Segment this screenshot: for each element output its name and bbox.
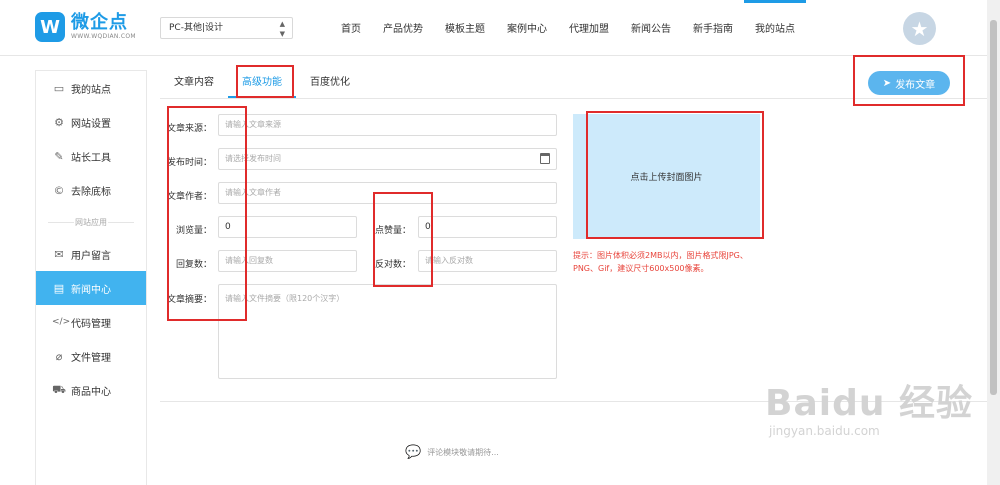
wrench-icon: ✎ <box>54 149 64 163</box>
nav-home[interactable]: 首页 <box>330 0 372 56</box>
top-header: W 微企点 WWW.WQDIAN.COM PC-其他|设计 ▲ ▼ 首页 产品优势… <box>0 0 1000 56</box>
code-icon: </> <box>52 317 71 327</box>
logo-mark: W <box>35 12 65 42</box>
calendar-icon[interactable] <box>540 153 550 164</box>
watermark-sub: jingyan.baidu.com <box>769 424 880 438</box>
nav-my-sites[interactable]: 我的站点 <box>744 0 806 56</box>
select-arrows-icon: ▲ ▼ <box>279 20 285 38</box>
site-select-value: PC-其他|设计 <box>169 23 223 33</box>
sidebar-item-label: 新闻中心 <box>71 284 111 296</box>
sidebar-item-product-center[interactable]: ⛟ 商品中心 <box>36 373 146 407</box>
page-scrollbar[interactable] <box>987 0 1000 485</box>
main-nav: 首页 产品优势 模板主题 案例中心 代理加盟 新闻公告 新手指南 我的站点 <box>330 0 806 56</box>
cart-icon: ⛟ <box>52 382 66 396</box>
sidebar-item-file-management[interactable]: ⌀ 文件管理 <box>36 339 146 373</box>
comment-module-note: 💬 评论模块敬请期待... <box>405 445 499 460</box>
sidebar-item-news-center[interactable]: ▤ 新闻中心 <box>36 271 146 305</box>
sidebar-divider: 网站应用 <box>36 207 146 237</box>
sidebar-item-label: 商品中心 <box>71 386 111 398</box>
sidebar-item-label: 文件管理 <box>71 352 111 364</box>
sidebar-divider-label: 网站应用 <box>75 218 107 227</box>
sidebar-item-site-settings[interactable]: ⚙ 网站设置 <box>36 105 146 139</box>
tab-article-content[interactable]: 文章内容 <box>160 70 228 98</box>
summary-textarea[interactable]: 请输入文件摘要（限120个汉字） <box>218 284 557 379</box>
annotation-box-likes-dislikes <box>373 192 433 287</box>
site-logo[interactable]: W 微企点 WWW.WQDIAN.COM <box>35 12 136 42</box>
sidebar-item-code-management[interactable]: </> 代码管理 <box>36 305 146 339</box>
nav-product-advantages[interactable]: 产品优势 <box>372 0 434 56</box>
watermark-main: Baidu 经验 <box>765 383 974 424</box>
sidebar-item-label: 代码管理 <box>71 318 111 330</box>
logo-name: 微企点 <box>71 12 128 33</box>
sidebar-item-webmaster-tools[interactable]: ✎ 站长工具 <box>36 139 146 173</box>
gear-icon: ⚙ <box>54 115 64 129</box>
likes-input[interactable]: 0 <box>418 216 557 238</box>
message-icon: ✉ <box>54 247 64 261</box>
logo-url: WWW.WQDIAN.COM <box>71 33 136 40</box>
source-input[interactable]: 请输入文章来源 <box>218 114 557 136</box>
annotation-box-upload <box>586 111 764 239</box>
upload-tip: 提示：图片体积必须2MB以内，图片格式限JPG、PNG、Gif，建议尺寸600x… <box>573 251 748 273</box>
nav-templates[interactable]: 模板主题 <box>434 0 496 56</box>
annotation-box-labels <box>167 106 247 321</box>
comment-note-text: 评论模块敬请期待... <box>427 448 499 457</box>
scrollbar-thumb[interactable] <box>990 20 997 395</box>
sidebar-item-user-messages[interactable]: ✉ 用户留言 <box>36 237 146 271</box>
nav-guide[interactable]: 新手指南 <box>682 0 744 56</box>
sidebar-item-remove-footer-mark[interactable]: © 去除底标 <box>36 173 146 207</box>
annotation-box-advanced-tab <box>236 65 294 98</box>
nav-news[interactable]: 新闻公告 <box>620 0 682 56</box>
copyright-icon: © <box>53 183 65 197</box>
sidebar-item-my-sites[interactable]: ▭ 我的站点 <box>36 71 146 105</box>
dislikes-input[interactable]: 请输入反对数 <box>418 250 557 272</box>
sidebar-item-label: 我的站点 <box>71 84 111 96</box>
sidebar: ▭ 我的站点 ⚙ 网站设置 ✎ 站长工具 © 去除底标 网站应用 ✉ 用户留言 … <box>35 70 147 485</box>
paperclip-icon: ⌀ <box>55 349 63 363</box>
comment-icon: 💬 <box>405 445 422 460</box>
nav-agency[interactable]: 代理加盟 <box>558 0 620 56</box>
sidebar-item-label: 去除底标 <box>71 186 111 198</box>
site-select[interactable]: PC-其他|设计 ▲ ▼ <box>160 17 293 39</box>
tab-baidu-seo[interactable]: 百度优化 <box>296 70 364 98</box>
star-icon: ★ <box>910 16 929 41</box>
sidebar-item-label: 站长工具 <box>71 152 111 164</box>
news-icon: ▤ <box>53 281 65 295</box>
baidu-watermark: Baidu 经验 jingyan.baidu.com <box>765 383 974 439</box>
sidebar-item-label: 网站设置 <box>71 118 111 130</box>
avatar[interactable]: ★ <box>903 12 936 45</box>
monitor-icon: ▭ <box>53 81 65 95</box>
publish-time-input[interactable]: 请选择发布时间 <box>218 148 557 170</box>
annotation-box-publish <box>853 55 965 106</box>
sidebar-item-label: 用户留言 <box>71 250 111 262</box>
nav-cases[interactable]: 案例中心 <box>496 0 558 56</box>
